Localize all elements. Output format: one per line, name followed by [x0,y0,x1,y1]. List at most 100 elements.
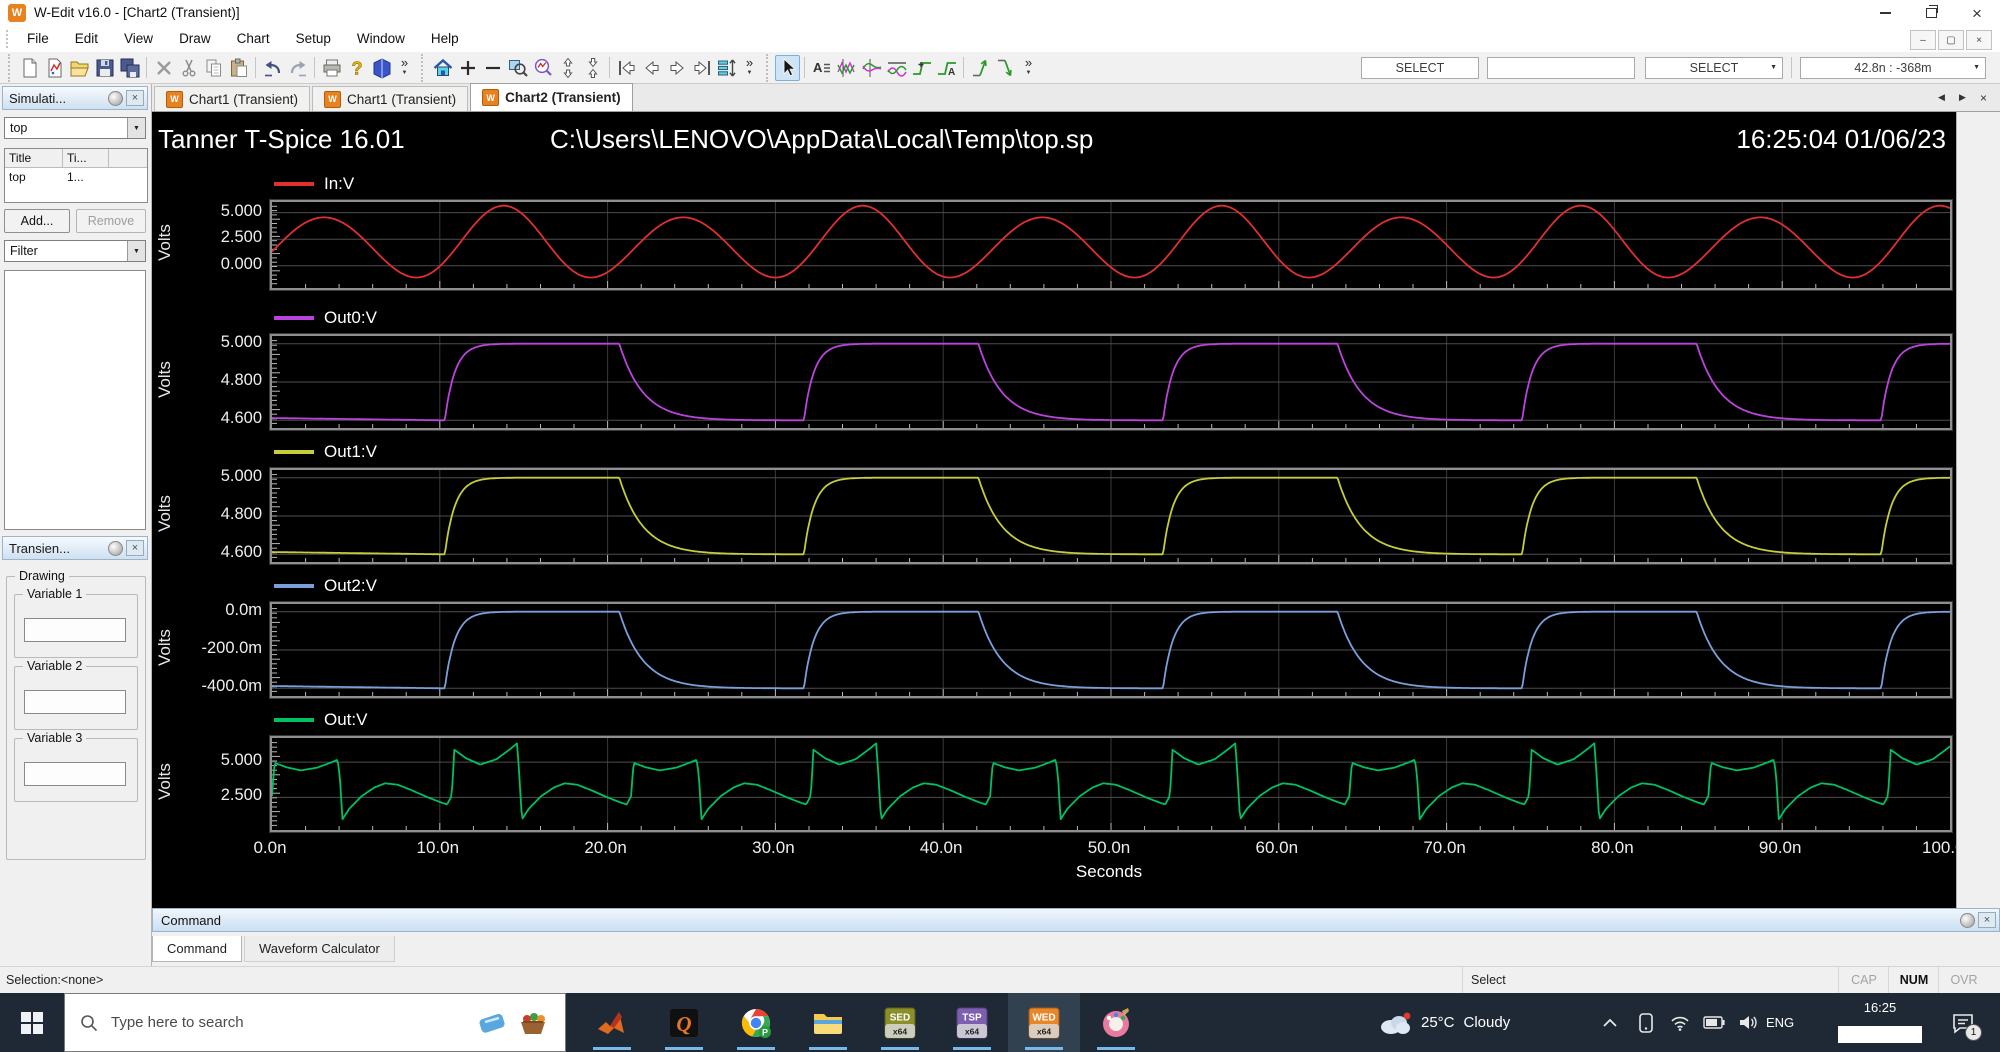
trace-overlay-icon[interactable] [884,55,909,81]
menu-edit[interactable]: Edit [62,26,111,52]
open-icon[interactable] [67,55,92,81]
zoom-in-icon[interactable] [455,55,480,81]
start-button[interactable] [0,993,64,1052]
cut-icon[interactable] [176,55,201,81]
expand-vertical-icon[interactable] [555,55,580,81]
simulations-panel-header[interactable]: Simulati... × [2,86,148,110]
mdi-close-button[interactable]: × [1966,30,1992,50]
select-cursor-icon[interactable] [775,54,800,81]
go-last-icon[interactable] [689,55,714,81]
edge-label-icon[interactable]: A [934,55,959,81]
wifi-icon[interactable] [1664,993,1696,1052]
tab-chart-1[interactable]: W Chart1 (Transient) [154,86,311,111]
zoom-box-icon[interactable] [505,55,530,81]
variable1-input[interactable] [24,618,126,642]
tab-scroll-right-button[interactable]: ▶ [1954,89,1971,106]
command-panel-header[interactable]: Command × [152,908,2000,932]
menu-window[interactable]: Window [344,26,418,52]
fall-arrow-icon[interactable] [993,55,1018,81]
reorder-icon[interactable] [714,55,739,81]
wed-tool-taskbar-icon[interactable]: WED x64 [1008,993,1080,1052]
table-header-title[interactable]: Title [5,149,63,167]
panel-close-icon[interactable]: × [126,540,144,556]
tab-waveform-calculator[interactable]: Waveform Calculator [243,936,395,962]
tsp-tool-taskbar-icon[interactable]: TSP x64 [936,993,1008,1052]
menu-view[interactable]: View [111,26,166,52]
restore-button[interactable] [1908,0,1954,26]
waveform-plot-Out1:V[interactable] [270,468,1952,564]
pin-icon[interactable] [1960,912,1975,928]
menu-chart[interactable]: Chart [224,26,283,52]
go-back-icon[interactable] [639,55,664,81]
menu-draw[interactable]: Draw [166,26,224,52]
taskbar-search[interactable]: Type here to search [64,993,566,1052]
waveform-chart-area[interactable]: Tanner T-Spice 16.01 C:\Users\LENOVO\App… [152,112,1974,908]
trace-pair-icon[interactable] [834,55,859,81]
tab-chart-3[interactable]: W Chart2 (Transient) [470,83,633,111]
close-button[interactable]: × [1954,0,2000,26]
tab-close-button[interactable]: × [1975,89,1992,106]
toolbar-overflow-icon[interactable]: » ▼ [1020,56,1037,79]
filter-listbox[interactable] [4,270,146,530]
panel-close-icon[interactable]: × [1978,912,1996,928]
copy-icon[interactable] [201,55,226,81]
select-combo-1[interactable]: SELECT [1361,56,1479,79]
sed-tool-taskbar-icon[interactable]: SED x64 [864,993,936,1052]
home-icon[interactable] [430,55,455,81]
paste-icon[interactable] [226,55,251,81]
matlab-taskbar-icon[interactable] [576,993,648,1052]
variable3-input[interactable] [24,762,126,786]
save-icon[interactable] [92,55,117,81]
file-explorer-taskbar-icon[interactable] [792,993,864,1052]
trace-cross-icon[interactable] [859,55,884,81]
panel-close-icon[interactable]: × [126,90,144,106]
notification-center-button[interactable]: 1 [1938,993,1988,1052]
remove-button[interactable]: Remove [76,209,146,233]
chrome-taskbar-icon[interactable]: P [720,993,792,1052]
go-first-icon[interactable] [614,55,639,81]
book-icon[interactable] [369,55,394,81]
paint-palette-taskbar-icon[interactable] [1080,993,1152,1052]
new-file-icon[interactable] [17,55,42,81]
simulation-table[interactable]: Title Ti... top 1... [4,148,148,203]
pin-icon[interactable] [108,540,123,556]
toolbar-overflow-icon[interactable]: » ▼ [741,56,758,79]
tab-command[interactable]: Command [152,936,242,962]
help-icon[interactable]: ? [344,55,369,81]
table-header-time[interactable]: Ti... [63,149,109,167]
tab-scroll-left-button[interactable]: ◀ [1933,89,1950,106]
chevron-down-icon[interactable]: ▼ [127,118,145,138]
waveform-plot-Out0:V[interactable] [270,334,1952,430]
annotate-icon[interactable]: A [809,55,834,81]
select-value-field[interactable] [1487,56,1635,79]
language-indicator[interactable]: ENG [1766,993,1794,1052]
menu-setup[interactable]: Setup [283,26,344,52]
toolbar-overflow-icon[interactable]: » ▼ [396,56,413,79]
edge-add-icon[interactable] [909,55,934,81]
waveform-plot-Out:V[interactable] [270,736,1952,832]
pin-icon[interactable] [108,90,123,106]
waveform-plot-Out2:V[interactable] [270,602,1952,698]
phone-link-icon[interactable] [1630,993,1662,1052]
transient-panel-header[interactable]: Transien... × [2,536,148,560]
mdi-minimize-button[interactable]: – [1910,30,1936,50]
collapse-vertical-icon[interactable] [580,55,605,81]
taskbar-weather[interactable]: 25°C Cloudy [1378,993,1510,1052]
variable2-input[interactable] [24,690,126,714]
delete-icon[interactable] [151,55,176,81]
go-forward-icon[interactable] [664,55,689,81]
menu-help[interactable]: Help [418,26,472,52]
save-all-icon[interactable] [117,55,142,81]
table-row[interactable]: top 1... [5,168,147,202]
redo-icon[interactable] [285,55,310,81]
new-chart-icon[interactable] [42,55,67,81]
add-button[interactable]: Add... [4,209,70,233]
coordinate-readout[interactable]: 42.8n : -368m ▼ [1800,56,1986,79]
select-combo-2[interactable]: SELECT ▼ [1645,56,1783,79]
undo-icon[interactable] [260,55,285,81]
minimize-button[interactable] [1862,0,1908,26]
waveform-plot-In:V[interactable] [270,200,1952,290]
chevron-down-icon[interactable]: ▼ [127,241,145,261]
speaker-icon[interactable] [1732,993,1764,1052]
filter-combo[interactable]: Filter ▼ [4,240,146,262]
